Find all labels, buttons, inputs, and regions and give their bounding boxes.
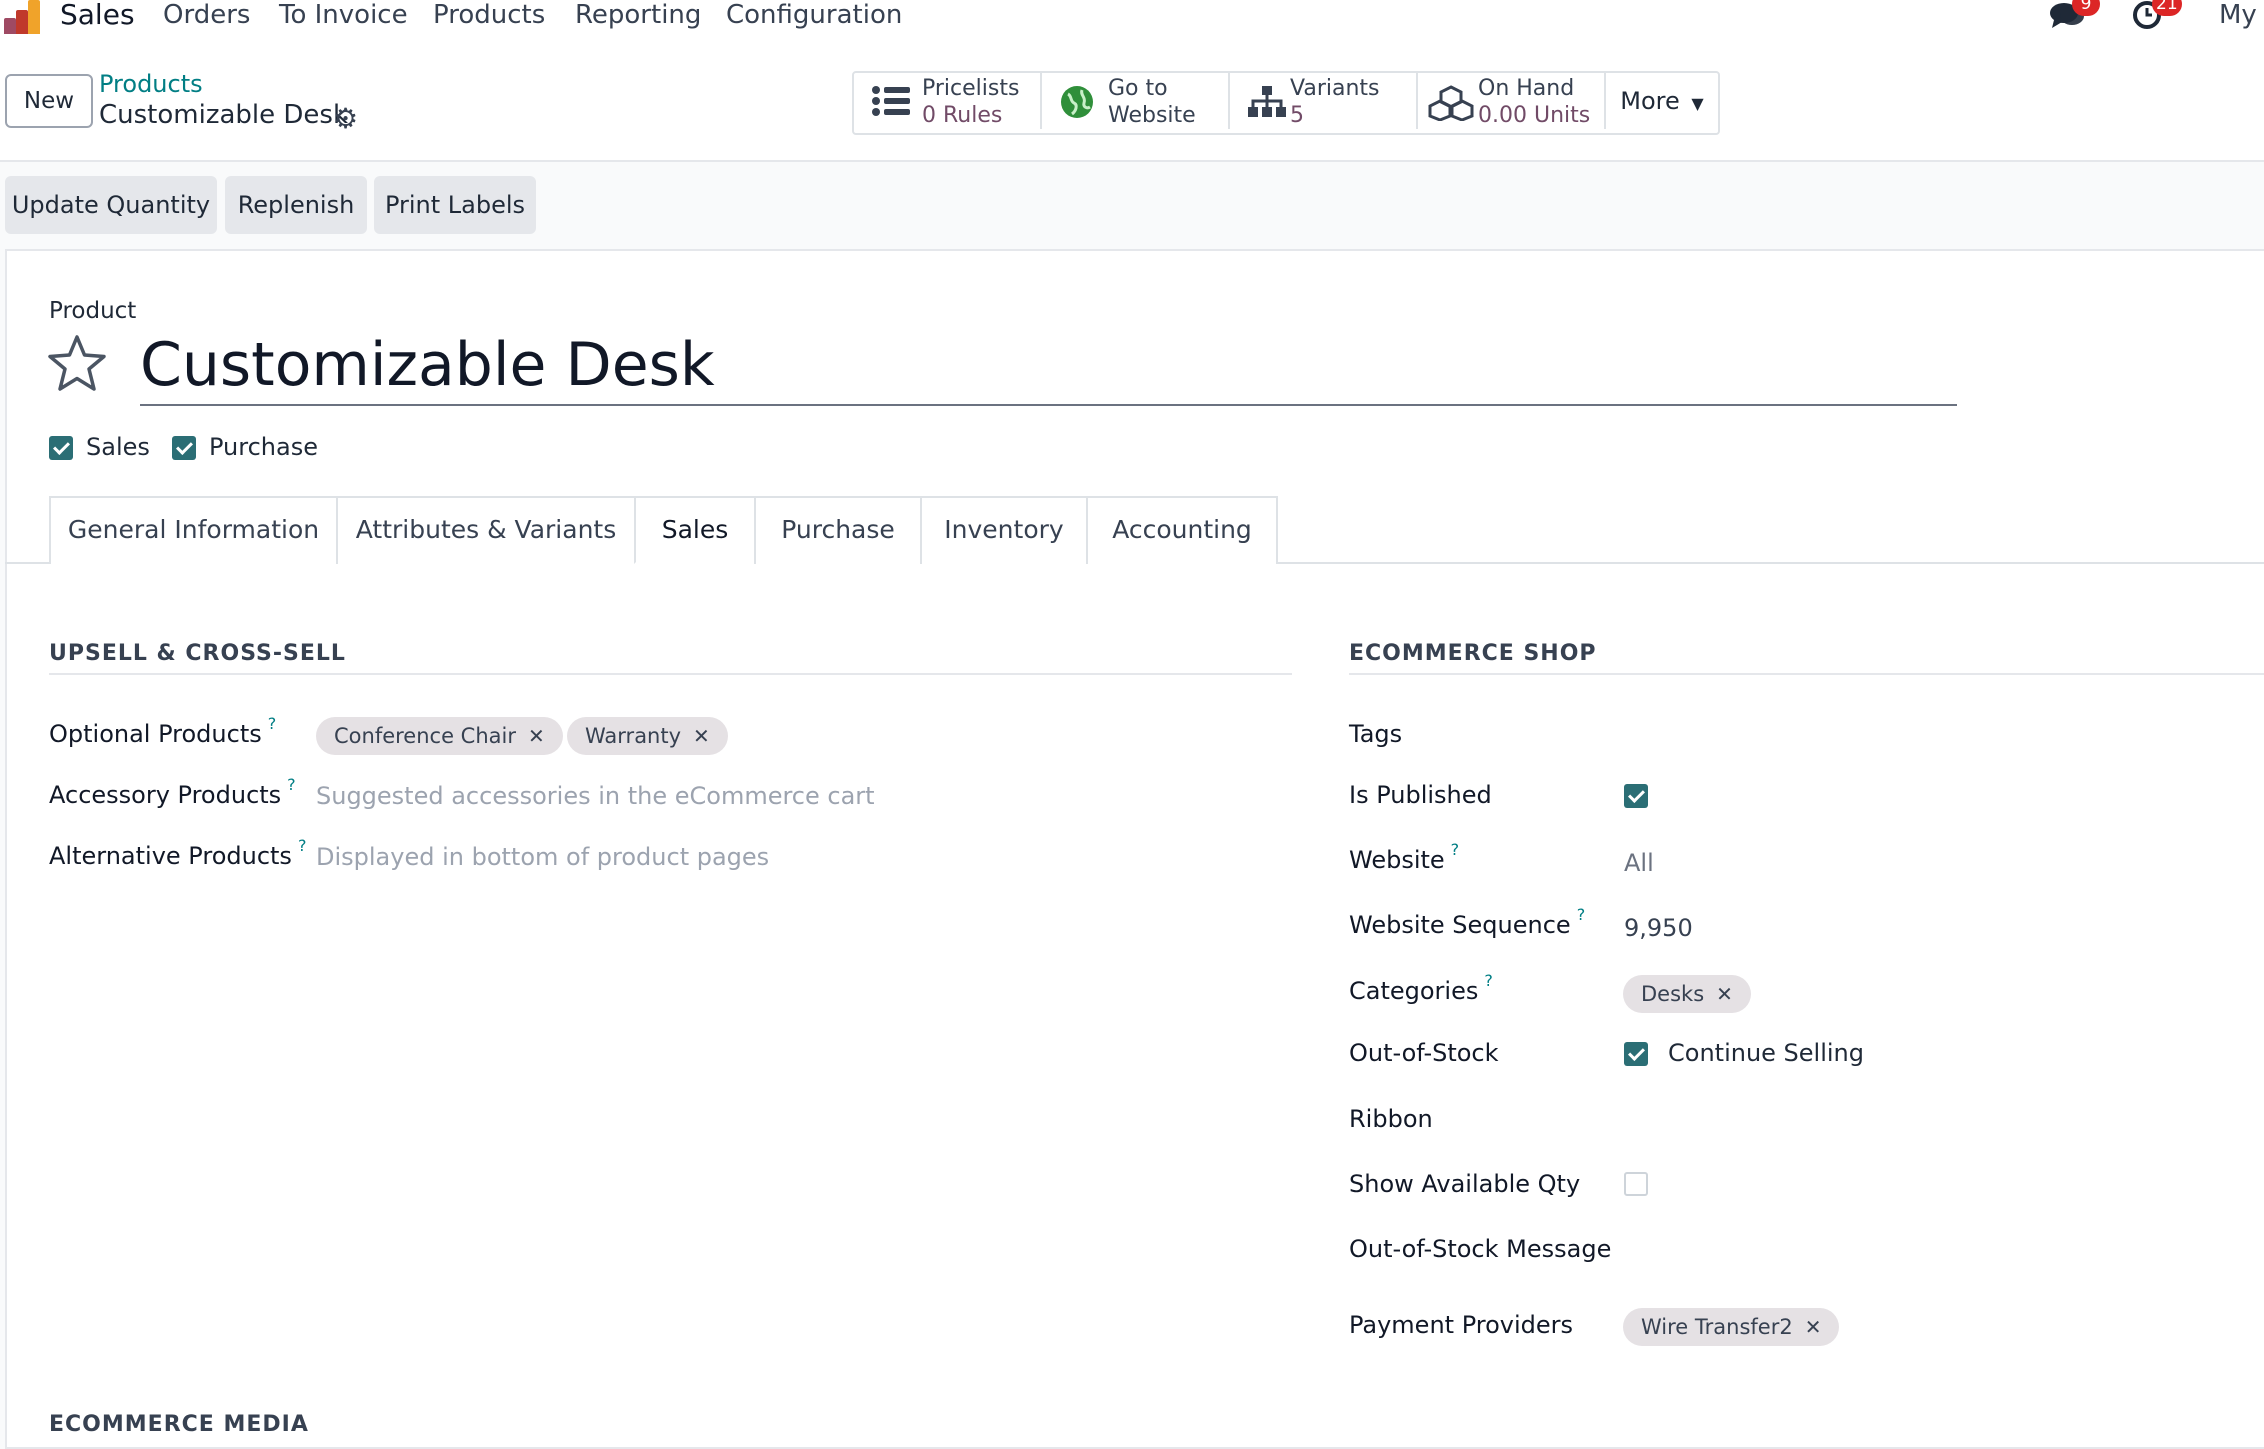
- more-button[interactable]: More ▼: [1606, 73, 1718, 129]
- print-labels-button[interactable]: Print Labels: [374, 176, 536, 234]
- app-logo-icon[interactable]: [2, 0, 42, 34]
- accessory-products-input[interactable]: Suggested accessories in the eCommerce c…: [316, 782, 875, 810]
- globe-icon: [1060, 85, 1094, 123]
- website-sequence-field[interactable]: 9,950: [1624, 914, 1693, 942]
- website-field[interactable]: All: [1624, 849, 1654, 877]
- product-name-field[interactable]: Customizable Desk: [140, 330, 715, 400]
- messages-icon[interactable]: 9: [2048, 0, 2100, 34]
- breadcrumb-products-link[interactable]: Products: [99, 70, 203, 98]
- nav-products[interactable]: Products: [433, 0, 545, 34]
- pricelists-button[interactable]: Pricelists 0 Rules: [854, 73, 1042, 129]
- nav-orders[interactable]: Orders: [163, 0, 250, 34]
- tab-purchase[interactable]: Purchase: [754, 496, 922, 564]
- categories-label: Categories?: [1349, 971, 1493, 1005]
- alternative-products-label: Alternative Products?: [49, 836, 307, 870]
- purchase-checkbox-label: Purchase: [209, 433, 318, 461]
- go-to-website-button[interactable]: Go to Website: [1042, 73, 1230, 129]
- sitemap-icon: [1248, 85, 1286, 123]
- upsell-heading: UPSELL & CROSS-SELL: [49, 641, 346, 666]
- pricelists-label: Pricelists: [922, 76, 1020, 101]
- activities-icon[interactable]: 21: [2132, 0, 2182, 34]
- optional-products-label: Optional Products?: [49, 714, 277, 748]
- continue-selling-label: Continue Selling: [1668, 1039, 1864, 1067]
- ecommerce-shop-heading: ECOMMERCE SHOP: [1349, 641, 1597, 666]
- website-label: Website?: [1349, 840, 1460, 874]
- upsell-divider: [49, 673, 1292, 675]
- more-label: More: [1620, 87, 1680, 115]
- activities-badge: 21: [2152, 0, 2182, 16]
- breadcrumb-current: Customizable Desk: [99, 100, 349, 130]
- nav-reporting[interactable]: Reporting: [575, 0, 701, 34]
- update-quantity-button[interactable]: Update Quantity: [5, 176, 217, 234]
- variants-button[interactable]: Variants 5: [1230, 73, 1418, 129]
- sales-checkbox[interactable]: [49, 436, 73, 460]
- help-icon[interactable]: ?: [1451, 840, 1460, 859]
- product-caption: Product: [49, 298, 137, 324]
- website-value: Website: [1108, 103, 1196, 128]
- help-icon[interactable]: ?: [1484, 971, 1493, 990]
- variants-label: Variants: [1290, 76, 1380, 101]
- top-navbar: Sales Orders To Invoice Products Reporti…: [0, 0, 2264, 36]
- is-published-checkbox[interactable]: [1624, 784, 1648, 808]
- tab-general-information[interactable]: General Information: [49, 496, 338, 564]
- help-icon[interactable]: ?: [287, 775, 296, 794]
- sales-checkbox-label: Sales: [86, 433, 150, 461]
- remove-tag-icon[interactable]: ✕: [1805, 1315, 1822, 1339]
- variants-value: 5: [1290, 103, 1304, 128]
- website-sequence-label: Website Sequence?: [1349, 905, 1586, 939]
- caret-down-icon: ▼: [1691, 94, 1704, 113]
- remove-tag-icon[interactable]: ✕: [693, 724, 710, 748]
- tab-sales[interactable]: Sales: [634, 496, 756, 564]
- remove-tag-icon[interactable]: ✕: [528, 724, 545, 748]
- ecommerce-divider: [1349, 673, 2264, 675]
- show-available-qty-label: Show Available Qty: [1349, 1170, 1581, 1198]
- smart-buttons: Pricelists 0 Rules Go to Website Variant…: [852, 71, 1720, 135]
- replenish-button[interactable]: Replenish: [225, 176, 367, 234]
- ribbon-label: Ribbon: [1349, 1105, 1433, 1133]
- on-hand-value: 0.00 Units: [1478, 103, 1591, 128]
- help-icon[interactable]: ?: [1577, 905, 1586, 924]
- title-underline: [140, 404, 1957, 406]
- tab-attributes-variants[interactable]: Attributes & Variants: [336, 496, 636, 564]
- alternative-products-input[interactable]: Displayed in bottom of product pages: [316, 843, 769, 871]
- website-label: Go to: [1108, 76, 1168, 101]
- user-menu[interactable]: My: [2219, 0, 2257, 34]
- messages-badge: 9: [2072, 0, 2100, 16]
- help-icon[interactable]: ?: [298, 836, 307, 855]
- cubes-icon: [1428, 85, 1474, 125]
- nav-configuration[interactable]: Configuration: [726, 0, 902, 34]
- optional-product-tag[interactable]: Conference Chair ✕: [316, 717, 563, 755]
- category-tag[interactable]: Desks ✕: [1623, 975, 1751, 1013]
- tab-inventory[interactable]: Inventory: [920, 496, 1088, 564]
- remove-tag-icon[interactable]: ✕: [1716, 982, 1733, 1006]
- help-icon[interactable]: ?: [268, 714, 277, 733]
- out-of-stock-label: Out-of-Stock: [1349, 1039, 1499, 1067]
- accessory-products-label: Accessory Products?: [49, 775, 296, 809]
- purchase-checkbox[interactable]: [172, 436, 196, 460]
- continue-selling-checkbox[interactable]: [1624, 1042, 1648, 1066]
- out-of-stock-message-label: Out-of-Stock Message: [1349, 1235, 1612, 1263]
- ecommerce-media-heading: ECOMMERCE MEDIA: [49, 1412, 309, 1437]
- nav-app-name[interactable]: Sales: [60, 0, 135, 34]
- is-published-label: Is Published: [1349, 781, 1492, 809]
- new-button[interactable]: New: [5, 74, 93, 128]
- optional-product-tag[interactable]: Warranty ✕: [567, 717, 728, 755]
- list-icon: [872, 85, 910, 121]
- favorite-star-icon[interactable]: [47, 334, 107, 396]
- payment-provider-tag[interactable]: Wire Transfer2 ✕: [1623, 1308, 1840, 1346]
- tab-accounting[interactable]: Accounting: [1086, 496, 1278, 564]
- gear-icon[interactable]: ⚙: [333, 102, 358, 135]
- show-available-qty-checkbox[interactable]: [1624, 1172, 1648, 1196]
- pricelists-value: 0 Rules: [922, 103, 1003, 128]
- payment-providers-label: Payment Providers: [1349, 1311, 1574, 1339]
- on-hand-button[interactable]: On Hand 0.00 Units: [1418, 73, 1606, 129]
- on-hand-label: On Hand: [1478, 76, 1575, 101]
- nav-to-invoice[interactable]: To Invoice: [279, 0, 408, 34]
- tags-label: Tags: [1349, 720, 1403, 748]
